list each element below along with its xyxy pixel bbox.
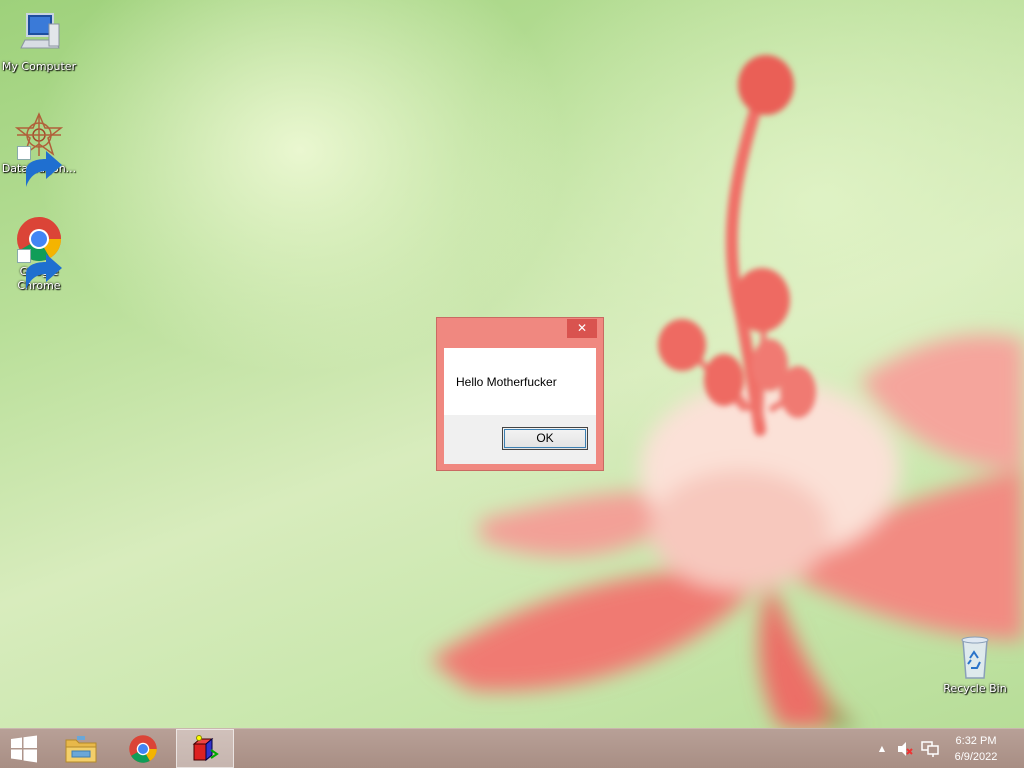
network-icon: [921, 740, 939, 757]
taskbar-active-app[interactable]: [176, 729, 234, 768]
tray-volume-button[interactable]: [894, 729, 916, 768]
taskbar: ▲ 6:32 PM 6/9/2022: [0, 728, 1024, 768]
file-explorer-icon: [65, 735, 97, 762]
desktop[interactable]: My Computer DataWagon...: [0, 0, 1024, 728]
message-dialog[interactable]: ✕ Hello Motherfucker OK: [436, 317, 604, 471]
desktop-icon-label: My Computer: [1, 60, 77, 73]
start-button[interactable]: [0, 729, 48, 768]
dialog-message: Hello Motherfucker: [456, 375, 557, 389]
ok-button[interactable]: OK: [502, 427, 588, 450]
taskbar-clock[interactable]: 6:32 PM 6/9/2022: [946, 733, 1006, 765]
clock-time: 6:32 PM: [955, 735, 997, 747]
desktop-icon-datawagon[interactable]: DataWagon...: [0, 112, 78, 187]
tray-overflow-button[interactable]: ▲: [874, 729, 890, 768]
taskbar-file-explorer[interactable]: [52, 729, 110, 768]
shortcut-arrow-icon: [17, 249, 62, 290]
chrome-icon: [129, 734, 157, 763]
taskbar-google-chrome[interactable]: [114, 729, 172, 768]
dialog-close-button[interactable]: ✕: [567, 319, 597, 338]
dialog-client-area: Hello Motherfucker OK: [444, 348, 596, 464]
clock-date: 6/9/2022: [954, 751, 998, 763]
chrome-icon: [15, 215, 63, 290]
windows-logo-icon: [11, 735, 37, 762]
recycle-bin-icon: [951, 632, 999, 680]
computer-icon: [15, 10, 63, 58]
desktop-icon-google-chrome[interactable]: Google Chrome: [0, 215, 78, 293]
chevron-up-icon: ▲: [878, 744, 886, 753]
dialog-button-bar: OK: [444, 415, 596, 464]
close-icon: ✕: [576, 321, 588, 335]
desktop-icon-my-computer[interactable]: My Computer: [0, 10, 78, 74]
desktop-icon-label: Recycle Bin: [943, 682, 1007, 695]
app-icon: [192, 734, 219, 761]
volume-muted-icon: [898, 741, 913, 756]
datawagon-icon: [14, 112, 64, 187]
tray-network-button[interactable]: [918, 729, 942, 768]
desktop-icon-recycle-bin[interactable]: Recycle Bin: [936, 632, 1014, 696]
shortcut-arrow-icon: [17, 146, 62, 187]
